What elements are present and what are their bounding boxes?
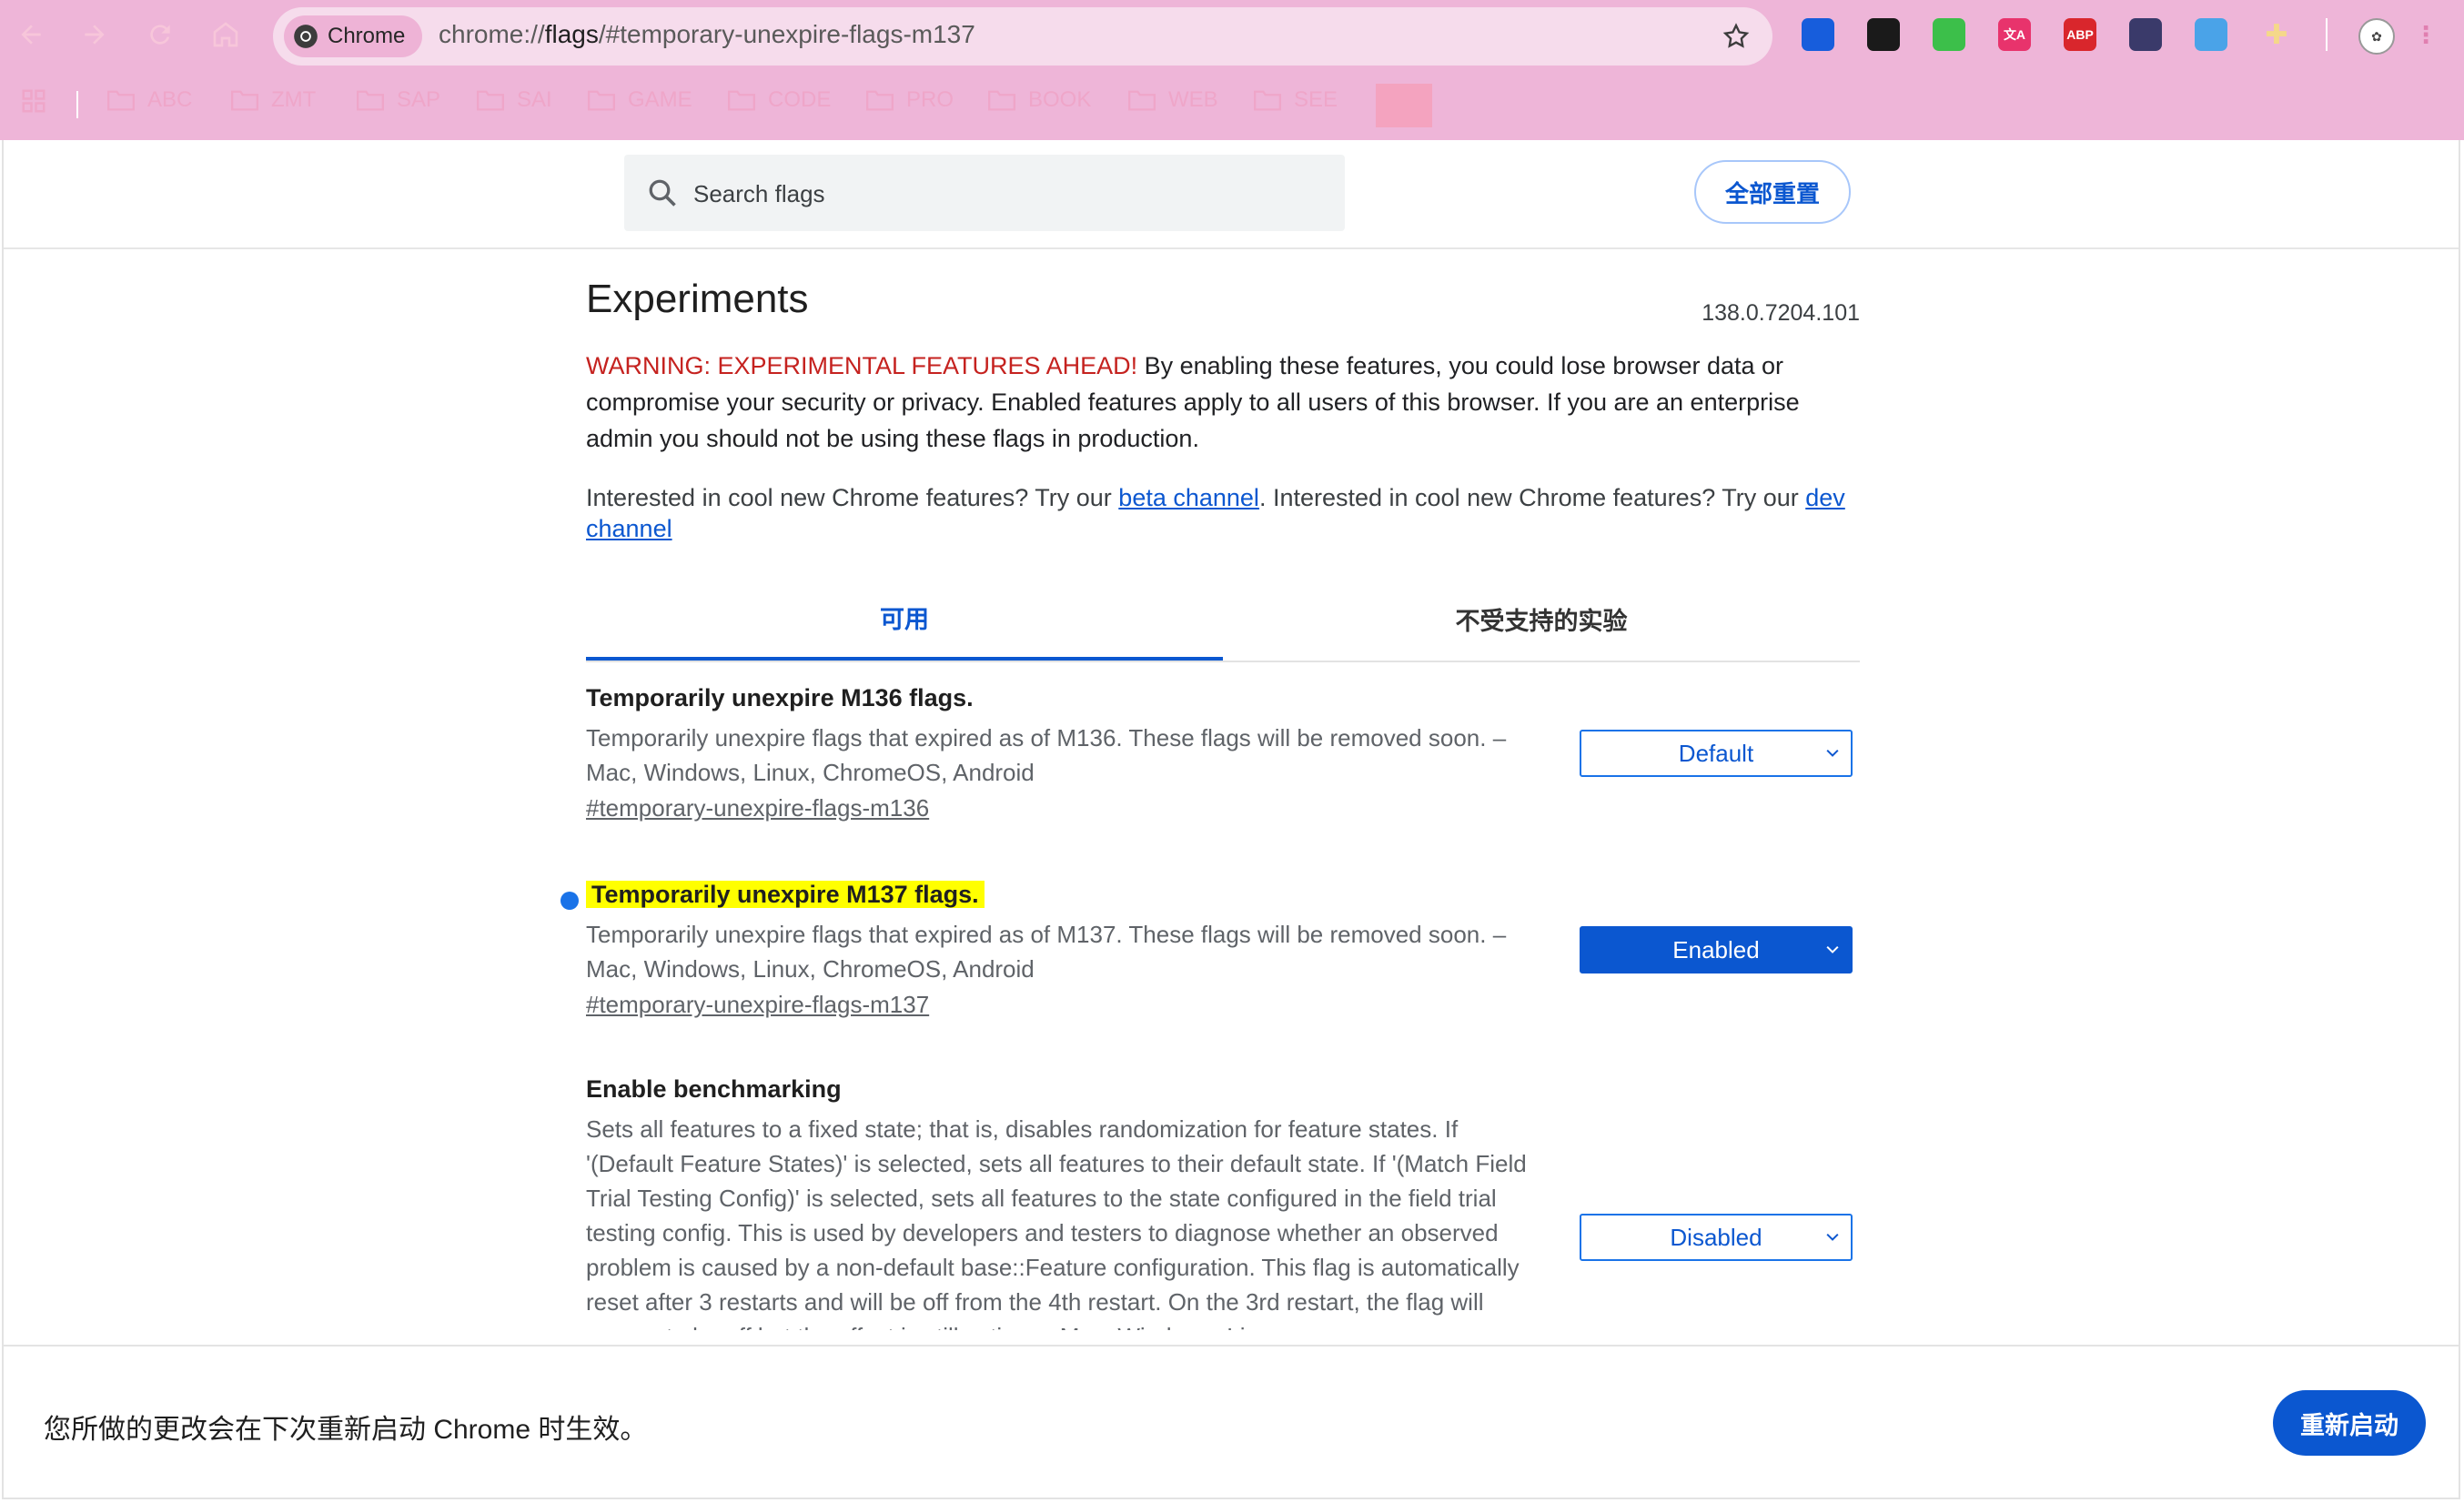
apps-grid-icon[interactable] bbox=[20, 87, 47, 115]
bookmark-label: SAP bbox=[397, 87, 441, 112]
relaunch-button[interactable]: 重新启动 bbox=[2273, 1390, 2426, 1456]
adblock-plus-icon[interactable]: ABP bbox=[2064, 18, 2096, 51]
bitwarden-icon[interactable] bbox=[1802, 18, 1834, 51]
flag-state-select[interactable]: Disabled bbox=[1580, 1214, 1853, 1261]
modified-indicator-dot bbox=[560, 892, 579, 910]
bookmark-label: BOOK bbox=[1028, 87, 1092, 112]
version-label: 138.0.7204.101 bbox=[1702, 300, 1860, 326]
restart-message: 您所做的更改会在下次重新启动 Chrome 时生效。 bbox=[44, 1415, 648, 1445]
toolbar-separator bbox=[2326, 18, 2328, 51]
flag-description: Sets all features to a fixed state; that… bbox=[586, 1115, 1527, 1330]
bookmark-label: SAI bbox=[517, 87, 552, 112]
tab-available[interactable]: 可用 bbox=[586, 577, 1223, 661]
warning-text: WARNING: EXPERIMENTAL FEATURES AHEAD! By… bbox=[586, 352, 1800, 452]
folder-icon bbox=[231, 90, 258, 111]
reset-all-button[interactable]: 全部重置 bbox=[1694, 160, 1851, 224]
search-box[interactable] bbox=[624, 155, 1345, 231]
bookmark-label: PRO bbox=[906, 87, 954, 112]
arrow-left-icon bbox=[21, 25, 41, 45]
flag-permalink[interactable]: #temporary-unexpire-flags-m136 bbox=[586, 790, 1860, 826]
home-button[interactable] bbox=[206, 15, 246, 55]
chrome-logo-icon bbox=[294, 25, 318, 48]
restart-bar: 您所做的更改会在下次重新启动 Chrome 时生效。 重新启动 bbox=[4, 1345, 2459, 1498]
flag-item: Enable benchmarking Sets all features to… bbox=[586, 1074, 1860, 1330]
beta-channel-link[interactable]: beta channel bbox=[1118, 484, 1259, 511]
bookmarks-separator bbox=[76, 91, 78, 118]
chevron-down-icon bbox=[1826, 1233, 1839, 1241]
back-button[interactable] bbox=[11, 15, 51, 55]
tampermonkey-icon[interactable] bbox=[1867, 18, 1900, 51]
bookmark-folder-book[interactable]: BOOK bbox=[988, 87, 1091, 113]
translate-icon[interactable]: 文A bbox=[1998, 18, 2031, 51]
flag-title: Temporarily unexpire M137 flags. bbox=[586, 881, 985, 908]
chevron-down-icon bbox=[1826, 749, 1839, 757]
menu-kebab-icon[interactable]: ⋮ bbox=[2414, 18, 2438, 51]
reload-button[interactable] bbox=[140, 15, 180, 55]
flags-page: 全部重置 Experiments 138.0.7204.101 WARNING:… bbox=[2, 140, 2460, 1499]
chevron-down-icon bbox=[1826, 945, 1839, 953]
select-value: Enabled bbox=[1672, 935, 1760, 963]
folder-icon bbox=[988, 90, 1015, 111]
flag-state-select[interactable]: Enabled bbox=[1580, 926, 1853, 973]
flag-description: Temporarily unexpire flags that expired … bbox=[586, 921, 1507, 983]
folder-icon bbox=[477, 90, 504, 111]
flag-permalink[interactable]: #temporary-unexpire-flags-m137 bbox=[586, 986, 1860, 1023]
bookmark-folder-sai[interactable]: SAI bbox=[477, 87, 552, 113]
browser-toolbar: Chrome chrome://flags/#temporary-unexpir… bbox=[0, 0, 2464, 140]
folder-icon bbox=[357, 90, 384, 111]
channels-text: Interested in cool new Chrome features? … bbox=[586, 484, 1845, 542]
folder-icon bbox=[1254, 90, 1281, 111]
folder-icon bbox=[866, 90, 894, 111]
flag-title: Enable benchmarking bbox=[586, 1075, 842, 1103]
page-title: Experiments bbox=[586, 277, 809, 321]
flag-item-highlighted: Temporarily unexpire M137 flags. Tempora… bbox=[560, 879, 1860, 1023]
site-chip-label: Chrome bbox=[328, 24, 406, 48]
select-value: Disabled bbox=[1670, 1223, 1762, 1251]
search-input[interactable] bbox=[692, 173, 1314, 215]
bookmark-label: GAME bbox=[628, 87, 692, 112]
extension-dark-icon[interactable] bbox=[2129, 18, 2162, 51]
arrow-right-icon bbox=[85, 25, 105, 45]
extension-blue-icon[interactable] bbox=[2195, 18, 2227, 51]
search-header: 全部重置 bbox=[4, 140, 2459, 249]
downloader-icon[interactable] bbox=[1933, 18, 1965, 51]
select-value: Default bbox=[1678, 739, 1754, 767]
site-info-chip[interactable]: Chrome bbox=[284, 15, 422, 57]
address-bar[interactable]: Chrome chrome://flags/#temporary-unexpir… bbox=[273, 7, 1772, 66]
flag-title: Temporarily unexpire M136 flags. bbox=[586, 684, 974, 711]
home-icon bbox=[213, 22, 238, 47]
bookmark-folder-pro[interactable]: PRO bbox=[866, 87, 954, 113]
url-text[interactable]: chrome://flags/#temporary-unexpire-flags… bbox=[439, 20, 975, 49]
tab-unsupported[interactable]: 不受支持的实验 bbox=[1223, 577, 1860, 661]
bookmark-folder-code[interactable]: CODE bbox=[728, 87, 831, 113]
folder-icon bbox=[107, 90, 135, 111]
folder-icon bbox=[588, 90, 615, 111]
bookmark-label: WEB bbox=[1168, 87, 1218, 112]
bookmark-folder-abc[interactable]: ABC bbox=[107, 87, 192, 113]
flag-state-select[interactable]: Default bbox=[1580, 730, 1853, 777]
reload-icon bbox=[150, 25, 170, 45]
bookmark-label: ZMT bbox=[271, 87, 317, 112]
bookmark-folder-game[interactable]: GAME bbox=[588, 87, 692, 113]
bookmark-folder-sap[interactable]: SAP bbox=[357, 87, 440, 113]
bookmark-label: CODE bbox=[768, 87, 832, 112]
profile-avatar[interactable]: ✿ bbox=[2358, 18, 2395, 55]
bookmark-folder-web[interactable]: WEB bbox=[1128, 87, 1218, 113]
bookmark-blurred-item[interactable] bbox=[1376, 84, 1432, 127]
bookmark-label: ABC bbox=[147, 87, 193, 112]
extensions-puzzle-icon[interactable]: ✚ bbox=[2260, 18, 2293, 51]
forward-button[interactable] bbox=[75, 15, 115, 55]
bookmarks-bar: ABC ZMT SAP SAI GAME CODE PRO BOOK WEB SEE bbox=[0, 76, 2464, 127]
warning-heading: WARNING: EXPERIMENTAL FEATURES AHEAD! bbox=[586, 352, 1138, 379]
bookmark-folder-see[interactable]: SEE bbox=[1254, 87, 1338, 113]
folder-icon bbox=[1128, 90, 1156, 111]
folder-icon bbox=[728, 90, 755, 111]
flag-item: Temporarily unexpire M136 flags. Tempora… bbox=[586, 682, 1860, 826]
search-icon bbox=[649, 179, 676, 207]
bookmark-label: SEE bbox=[1294, 87, 1338, 112]
flag-description: Temporarily unexpire flags that expired … bbox=[586, 724, 1507, 786]
bookmark-folder-zmt[interactable]: ZMT bbox=[231, 87, 316, 113]
tab-bar: 可用 不受支持的实验 bbox=[586, 577, 1860, 662]
bookmark-star-icon[interactable] bbox=[1722, 22, 1751, 51]
